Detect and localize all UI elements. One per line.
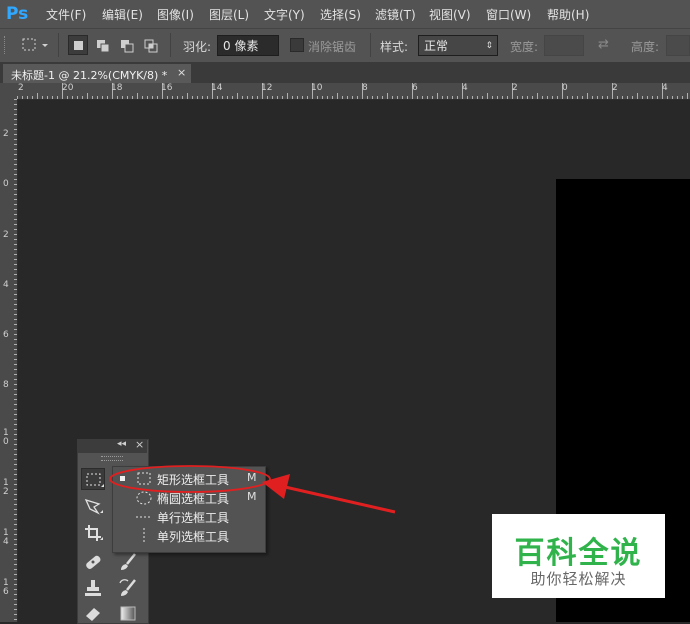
watermark-subtitle: 助你轻松解决 [530, 570, 627, 588]
annotation-arrowhead [262, 474, 290, 499]
annotation-arrow-shaft [284, 485, 396, 514]
watermark-title: 百科全说 [514, 536, 643, 571]
annotation-ellipse [109, 465, 271, 493]
watermark: 百科全说 助你轻松解决 [492, 514, 665, 598]
